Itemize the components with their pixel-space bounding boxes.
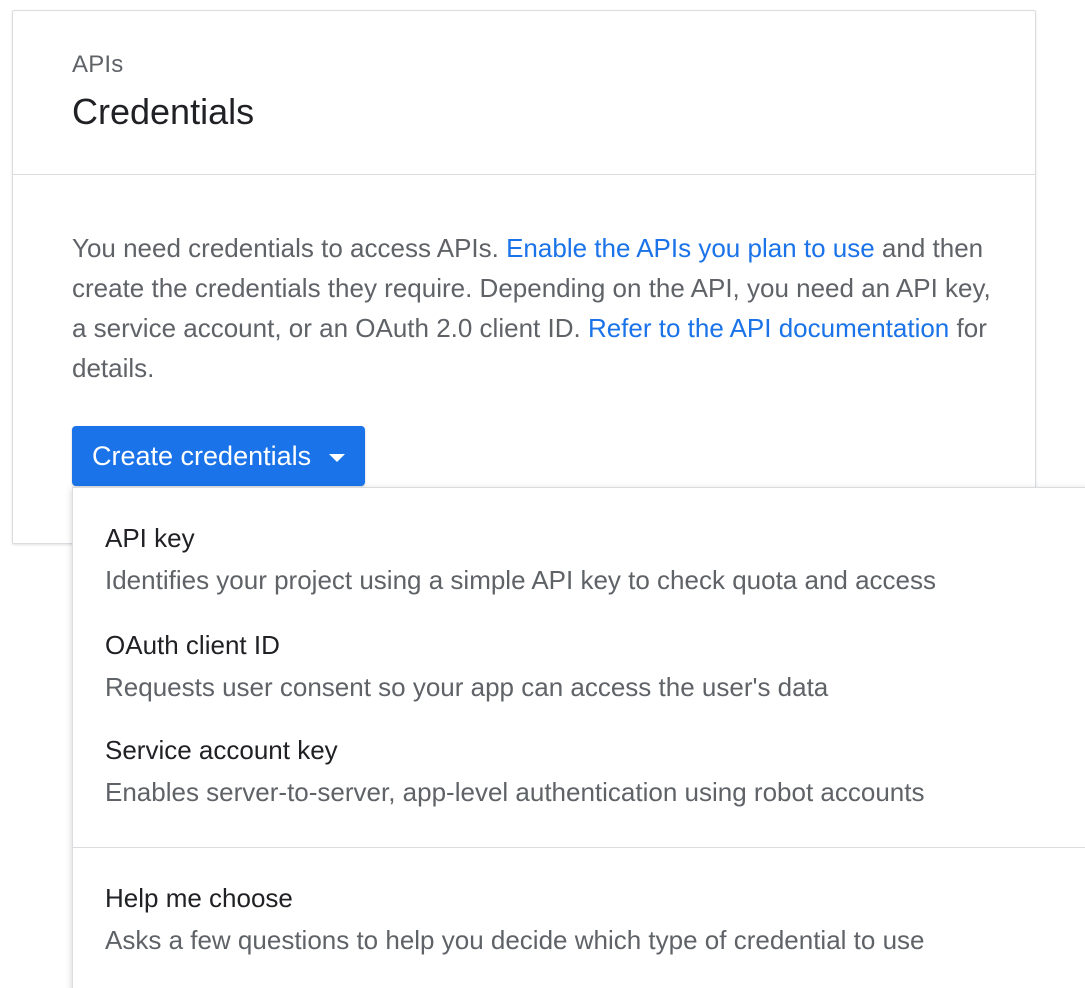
- credentials-description: You need credentials to access APIs. Ena…: [72, 228, 992, 388]
- page-title: Credentials: [72, 91, 255, 132]
- create-credentials-button[interactable]: Create credentials: [72, 426, 366, 486]
- menu-item-title: Help me choose: [105, 883, 293, 913]
- create-credentials-menu: API key Identifies your project using a …: [72, 487, 1085, 988]
- enable-apis-link[interactable]: Enable the APIs you plan to use: [506, 233, 875, 263]
- menu-item-service-account-key[interactable]: Service account key Enables server-to-se…: [105, 734, 1085, 808]
- create-credentials-label: Create credentials: [92, 440, 312, 471]
- menu-item-title: API key: [105, 523, 195, 553]
- card-header: APIs Credentials: [13, 11, 1035, 175]
- menu-item-description: Identifies your project using a simple A…: [105, 565, 937, 595]
- menu-item-oauth-client-id[interactable]: OAuth client ID Requests user consent so…: [105, 629, 1085, 703]
- menu-item-title: OAuth client ID: [105, 630, 280, 660]
- credentials-card: APIs Credentials You need credentials to…: [12, 10, 1036, 544]
- menu-item-help-me-choose[interactable]: Help me choose Asks a few questions to h…: [105, 882, 1085, 956]
- menu-item-description: Asks a few questions to help you decide …: [105, 925, 925, 955]
- menu-item-description: Requests user consent so your app can ac…: [105, 672, 829, 702]
- menu-item-title: Service account key: [105, 735, 338, 765]
- description-text-1: You need credentials to access APIs.: [72, 233, 507, 263]
- page: APIs Credentials You need credentials to…: [0, 0, 1085, 988]
- api-documentation-link[interactable]: Refer to the API documentation: [588, 313, 949, 343]
- menu-item-api-key[interactable]: API key Identifies your project using a …: [105, 522, 1085, 596]
- caret-down-icon: [329, 453, 346, 462]
- breadcrumb[interactable]: APIs: [72, 51, 123, 79]
- menu-divider: [73, 847, 1085, 848]
- menu-item-description: Enables server-to-server, app-level auth…: [105, 777, 925, 807]
